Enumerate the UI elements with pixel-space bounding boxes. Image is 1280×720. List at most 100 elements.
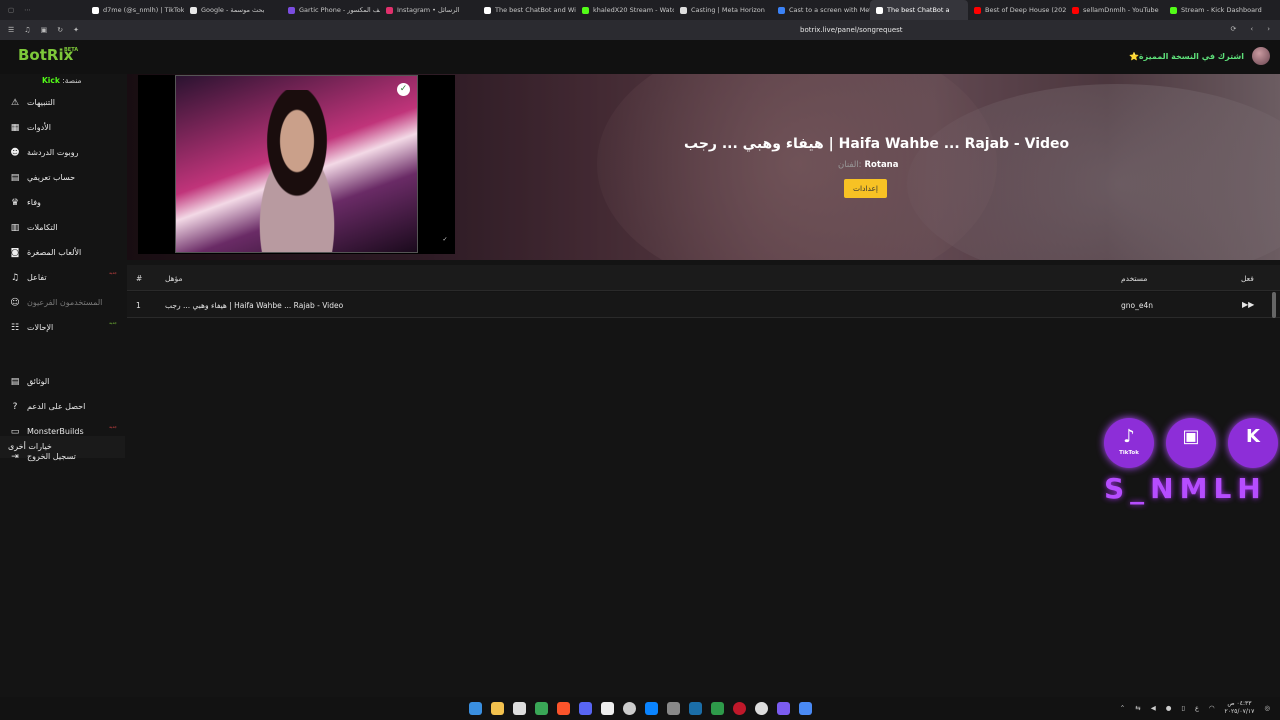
tab-strip-controls: ▢ ⋯ — [0, 6, 86, 14]
network-icon[interactable]: ⇆ — [1135, 704, 1140, 712]
browser-tab[interactable]: Google - بحث موسمة — [184, 0, 282, 20]
thumbnail-image — [175, 75, 418, 253]
sidebar-item-monitor[interactable]: ▭ MonsterBuilds جديد — [0, 420, 125, 444]
mic-icon[interactable]: ● — [1166, 704, 1172, 712]
music-icon[interactable]: ♫ — [24, 26, 30, 34]
clock[interactable]: ٠٤:٣٣ ص ٢٠٢٥/٠٧/١٧ — [1225, 700, 1255, 716]
settings-app-icon[interactable] — [667, 702, 680, 715]
settings-button[interactable]: إعدادات — [844, 179, 887, 198]
scrollbar[interactable] — [1272, 292, 1276, 318]
tab-title: Stream - Kick Dashboard — [1181, 6, 1262, 14]
artist-name: Rotana — [864, 160, 899, 170]
browser-tab[interactable]: khaledX20 Stream - Watch — [576, 0, 674, 20]
refresh-icon[interactable]: ↻ — [57, 26, 63, 34]
sidebar-item-help[interactable]: ? احصل على الدعم — [0, 395, 125, 419]
file-explorer-icon[interactable] — [491, 702, 504, 715]
sidebar-item-subusers[interactable]: ☺ المستخدمون الفرعيون — [0, 291, 125, 315]
browser-tab[interactable]: Cast to a screen with Meta — [772, 0, 870, 20]
now-playing-title: هيفاء وهبي ... رجب | Haifa Wahbe ... Raj… — [684, 136, 1070, 152]
tab-title: Casting | Meta Horizon — [691, 6, 765, 14]
browser-tab[interactable]: Gartic Phone - تحالف المكسور — [282, 0, 380, 20]
brave-icon[interactable] — [557, 702, 570, 715]
url-field[interactable]: botrix.live/panel/songrequest — [800, 26, 903, 34]
sidebar-item-alert[interactable]: ⚠ التنبيهات — [0, 91, 125, 115]
browser-tab[interactable]: The best ChatBot and Wid... — [478, 0, 576, 20]
start-icon[interactable] — [469, 702, 482, 715]
skip-icon[interactable]: ▶▶ — [1242, 300, 1254, 309]
monitor-icon: ▭ — [10, 427, 20, 437]
usb-icon[interactable]: ▯ — [1181, 704, 1185, 712]
sidebar-item-robot[interactable]: ☻ روبوت الدردشة — [0, 141, 125, 165]
wifi-icon[interactable]: ◠ — [1209, 704, 1215, 712]
header-action: فعل — [1241, 274, 1254, 283]
forward-icon[interactable]: › — [1267, 25, 1270, 33]
kick-icon[interactable]: K — [1228, 418, 1278, 468]
steam-icon[interactable] — [689, 702, 702, 715]
premium-subscribe-link[interactable]: اشترك في النسخة المميزة⭐ — [1129, 52, 1244, 61]
sidebar-item-label: احصل على الدعم — [27, 402, 86, 411]
referrals-icon: ☷ — [10, 323, 20, 333]
tiktok-icon[interactable]: ♪ TikTok — [1104, 418, 1154, 468]
notepad-icon[interactable] — [535, 702, 548, 715]
browser-tab[interactable]: Instagram • الرسائل — [380, 0, 478, 20]
alert-icon: ⚠ — [10, 98, 20, 108]
tab-title: khaledX20 Stream - Watch — [593, 6, 674, 14]
browser-tab[interactable]: d7me (@s_nmlh) | TikTok (5) — [86, 0, 184, 20]
sidebar-item-logout[interactable]: ⇥ تسجيل الخروج — [0, 445, 125, 469]
vpn-icon[interactable] — [711, 702, 724, 715]
browser-tab[interactable]: Stream - Kick Dashboard — [1164, 0, 1262, 20]
stream-social-overlay: ♪ TikTok ▣ K S_NMLH — [1100, 414, 1280, 514]
browser-tab[interactable]: sellamDnmlh - YouTube — [1066, 0, 1164, 20]
window-icon[interactable]: ▣ — [41, 26, 48, 34]
sidebar-item-music[interactable]: ♫ تفاعل جديد — [0, 266, 125, 290]
video-thumbnail[interactable]: ✓ ✓ — [138, 75, 455, 254]
tab-title: Gartic Phone - تحالف المكسور — [299, 6, 380, 14]
chatgpt-icon[interactable] — [755, 702, 768, 715]
tab-title: Instagram • الرسائل — [397, 6, 460, 14]
leaf-icon[interactable]: ✦ — [73, 26, 79, 34]
sidebar-item-gamepad[interactable]: ◙ الألعاب المصغرة — [0, 241, 125, 265]
tab-favicon-icon — [92, 6, 99, 14]
new-tab-icon[interactable]: ▢ — [8, 6, 14, 14]
sidebar-item-referrals[interactable]: ☷ الإحالات جديد — [0, 316, 125, 340]
back-icon[interactable]: ‹ — [1250, 25, 1253, 33]
obs-icon[interactable] — [623, 702, 636, 715]
sidebar-item-label: تفاعل — [27, 273, 47, 282]
sidebar-item-profile-card[interactable]: ▤ حساب تعريفي — [0, 166, 125, 190]
ai-app-icon[interactable] — [799, 702, 812, 715]
browser-tab[interactable]: Casting | Meta Horizon — [674, 0, 772, 20]
meta-quest-icon[interactable] — [601, 702, 614, 715]
rotana-logo-icon: ✓ — [397, 83, 410, 96]
browser-tab[interactable]: The best ChatBot a — [870, 0, 968, 20]
tab-search-icon[interactable]: ⋯ — [24, 6, 31, 14]
sidebar-item-trophy[interactable]: ♛ وفاء — [0, 191, 125, 215]
speaker-icon[interactable]: ◀ — [1151, 704, 1156, 712]
twitch-icon-glyph: ▣ — [1182, 426, 1200, 447]
gem-icon[interactable] — [777, 702, 790, 715]
row-title: هيفاء وهبي ... رجب | Haifa Wahbe ... Raj… — [165, 301, 344, 310]
user-avatar[interactable] — [1252, 47, 1270, 65]
subusers-icon: ☺ — [10, 298, 20, 308]
platform-value: Kick — [42, 76, 60, 85]
sidebar-item-label: وفاء — [27, 198, 41, 207]
sidebar-item-tools[interactable]: ▦ الأدوات — [0, 116, 125, 140]
record-icon[interactable] — [733, 702, 746, 715]
reload-icon[interactable]: ⟳ — [1231, 25, 1237, 33]
store-icon[interactable] — [513, 702, 526, 715]
app-icon[interactable] — [645, 702, 658, 715]
profile-card-icon: ▤ — [10, 173, 20, 183]
twitch-icon[interactable]: ▣ — [1166, 418, 1216, 468]
language-icon[interactable]: ع — [1195, 704, 1199, 712]
clock-date: ٢٠٢٥/٠٧/١٧ — [1224, 708, 1255, 715]
discord-icon[interactable] — [579, 702, 592, 715]
sidebar-item-label: روبوت الدردشة — [27, 148, 79, 157]
sidebar-item-docs[interactable]: ▤ الوثائق — [0, 370, 125, 394]
row-num: 1 — [136, 301, 141, 310]
tab-favicon-icon — [190, 6, 197, 14]
platform-indicator[interactable]: منصة: Kick — [42, 76, 82, 85]
browser-tab[interactable]: Best of Deep House (2025) — [968, 0, 1066, 20]
notification-icon[interactable]: ◎ — [1264, 704, 1270, 712]
tray-expand-icon[interactable]: ⌃ — [1120, 704, 1125, 712]
sidebar-item-integrations[interactable]: ▥ التكاملات — [0, 216, 125, 240]
sidebar-toggle-icon[interactable]: ☰ — [8, 26, 14, 34]
